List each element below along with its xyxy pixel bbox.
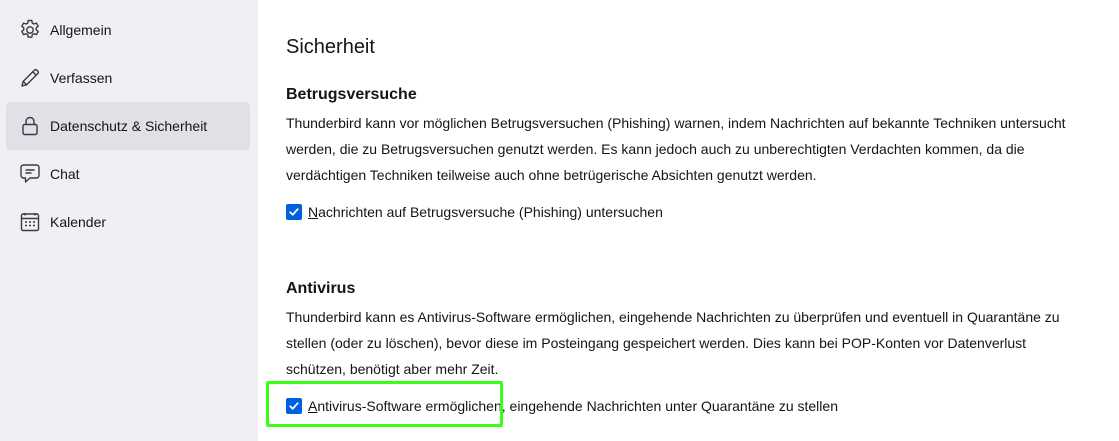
phishing-checkbox-accesskey: N <box>308 204 319 220</box>
sidebar: Allgemein Verfassen Datenschutz & Sicher… <box>0 0 258 441</box>
sidebar-item-label: Kalender <box>50 214 107 230</box>
sidebar-item-kalender[interactable]: Kalender <box>6 198 250 246</box>
gear-icon <box>18 18 42 42</box>
antivirus-checkbox-row[interactable]: Antivirus-Software ermöglichen, eingehen… <box>286 396 838 416</box>
antivirus-checkbox-label[interactable]: Antivirus-Software ermöglichen, eingehen… <box>308 398 838 414</box>
sidebar-item-allgemein[interactable]: Allgemein <box>6 6 250 54</box>
antivirus-heading: Antivirus <box>286 280 356 297</box>
sidebar-item-label: Chat <box>50 166 80 182</box>
antivirus-checkbox-text: ntivirus-Software ermöglichen, eingehend… <box>317 398 838 414</box>
sidebar-item-label: Verfassen <box>50 70 113 86</box>
phishing-heading: Betrugsversuche <box>286 86 417 103</box>
antivirus-checkbox-accesskey: A <box>308 398 318 414</box>
page-title: Sicherheit <box>286 36 375 58</box>
phishing-checkbox-row[interactable]: Nachrichten auf Betrugsversuche (Phishin… <box>286 202 663 222</box>
sidebar-item-chat[interactable]: Chat <box>6 150 250 198</box>
pencil-icon <box>18 66 42 90</box>
sidebar-item-label: Datenschutz & Sicherheit <box>50 118 208 134</box>
phishing-checkbox[interactable] <box>286 204 302 220</box>
calendar-icon <box>18 210 42 234</box>
antivirus-description: Thunderbird kann es Antivirus-Software e… <box>286 309 1060 377</box>
sidebar-item-datenschutz[interactable]: Datenschutz & Sicherheit <box>6 102 250 150</box>
phishing-checkbox-text: achrichten auf Betrugsversuche (Phishing… <box>318 204 663 220</box>
phishing-description: Thunderbird kann vor möglichen Betrugsve… <box>286 115 1066 183</box>
chat-icon <box>18 162 42 186</box>
lock-icon <box>18 114 42 138</box>
main-content: Sicherheit Betrugsversuche Thunderbird k… <box>258 0 1119 441</box>
antivirus-checkbox[interactable] <box>286 398 302 414</box>
phishing-checkbox-label[interactable]: Nachrichten auf Betrugsversuche (Phishin… <box>308 204 663 220</box>
sidebar-item-label: Allgemein <box>50 22 112 38</box>
sidebar-item-verfassen[interactable]: Verfassen <box>6 54 250 102</box>
